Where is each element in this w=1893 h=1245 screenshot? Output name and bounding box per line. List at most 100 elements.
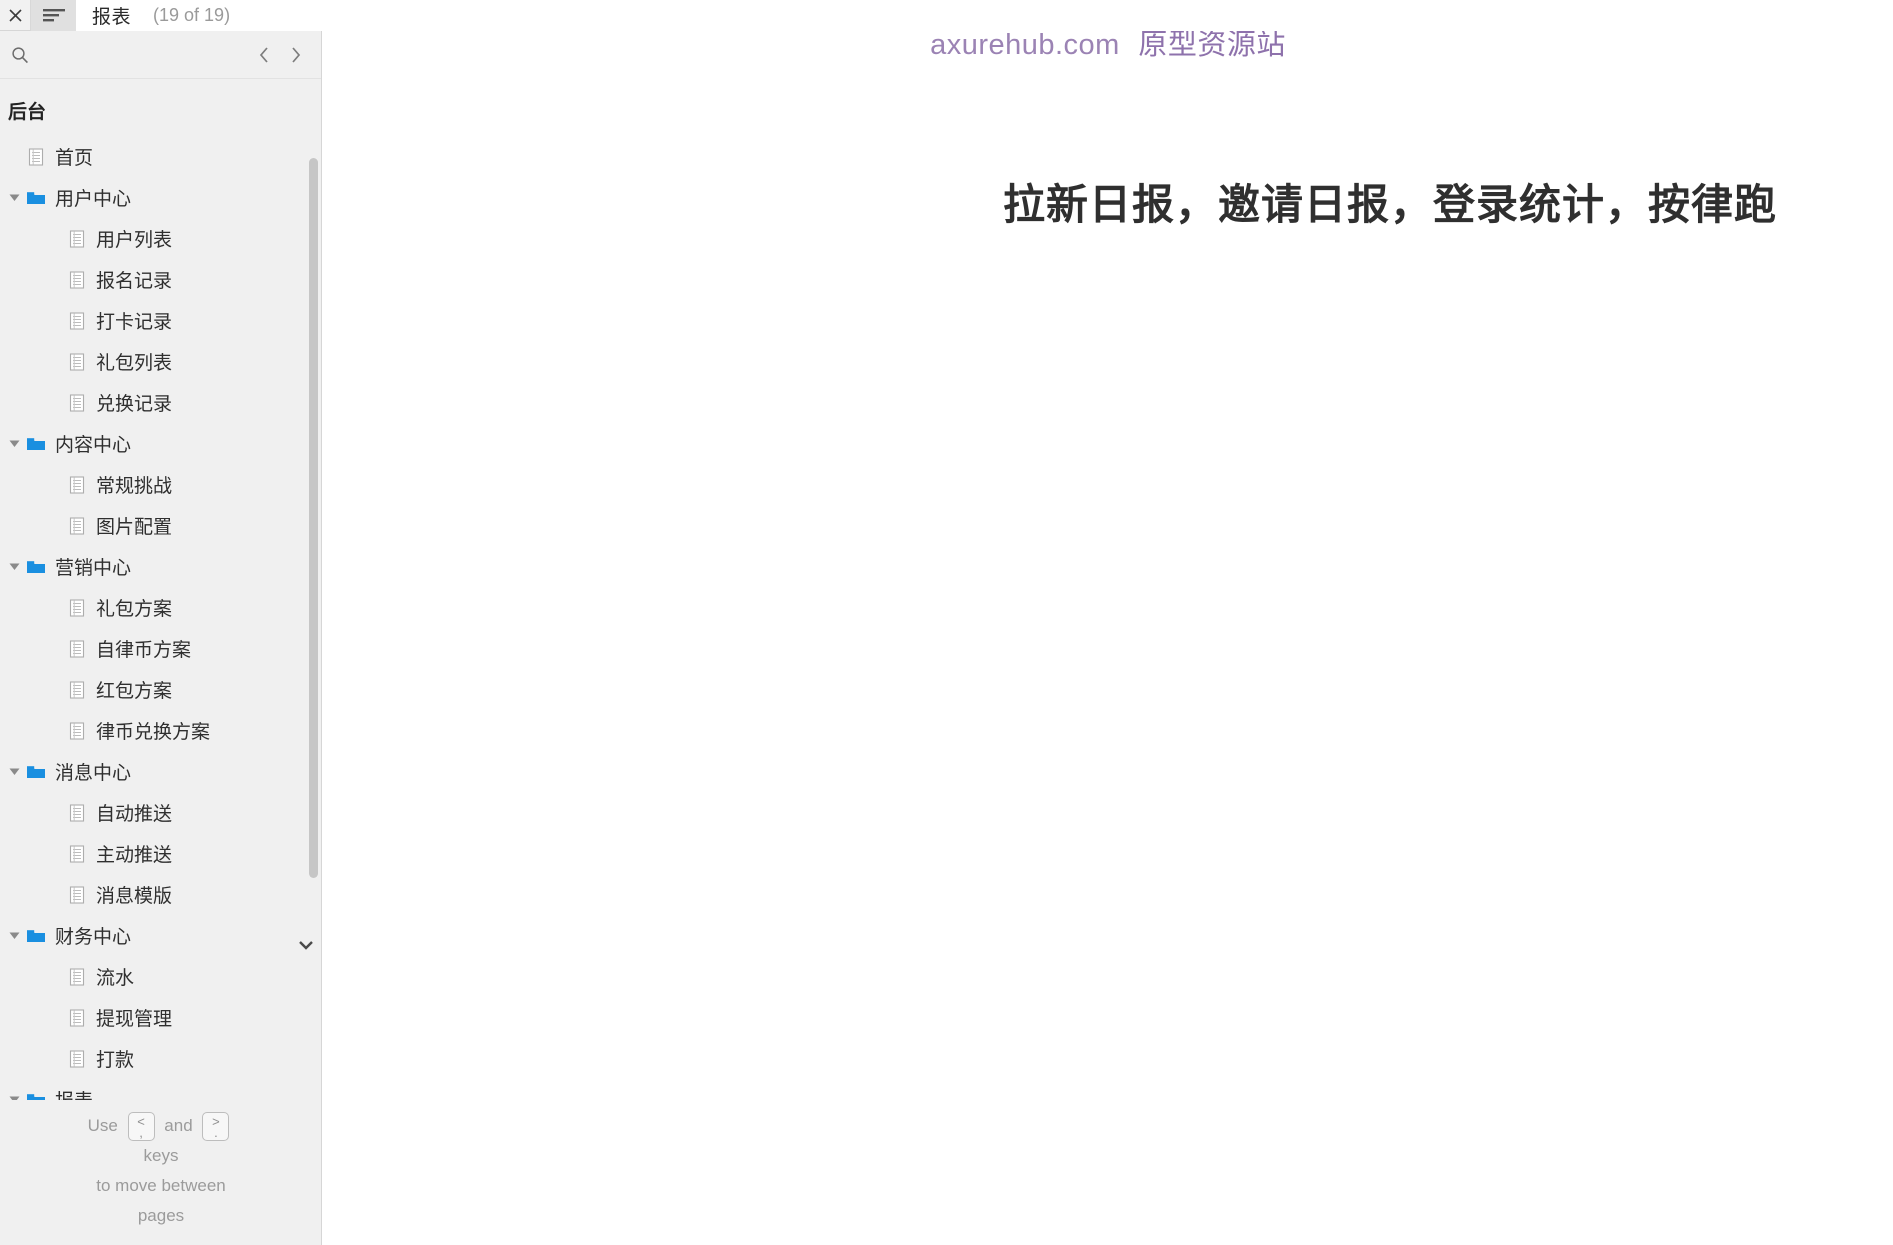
sidebar-item-label: 消息中心 [55,763,132,784]
sidebar-item-19[interactable]: 财务中心 [0,915,321,956]
sidebar-item-label: 图片配置 [96,517,173,538]
sidebar-item-label: 自动推送 [96,804,173,825]
page-icon [65,587,89,628]
page-icon [65,300,89,341]
folder-icon [24,423,48,464]
sidebar-item-1[interactable]: 用户中心 [0,177,321,218]
sidebar-item-17[interactable]: 主动推送 [0,833,321,874]
sidebar-item-label: 报名记录 [96,271,173,292]
watermark-text: 原型资源站 [1138,31,1286,61]
sidebar-item-22[interactable]: 打款 [0,1038,321,1079]
page-icon [65,464,89,505]
sidebar-item-label: 财务中心 [55,927,132,948]
key-prev-page: < , [127,1112,155,1142]
sitemap-scrollbar[interactable] [307,136,320,1100]
sidebar-item-3[interactable]: 报名记录 [0,259,321,300]
sidebar-item-13[interactable]: 红包方案 [0,669,321,710]
page-icon [24,136,48,177]
keyboard-hint-line3: to move between [96,1176,226,1196]
page-title: 报表 [92,6,132,28]
prototype-canvas: axurehub.com 原型资源站 拉新日报，邀请日报，登录统计，按律跑 [323,31,1893,1245]
page-icon [65,710,89,751]
sidebar-item-label: 自律币方案 [96,640,192,661]
topbar-title-area: 报表 (19 of 19) [76,0,1893,31]
watermark-domain: axurehub.com [930,31,1120,61]
sidebar-item-5[interactable]: 礼包列表 [0,341,321,382]
keyboard-hint-footer: Use < , and > . keys to move between pag… [0,1099,321,1245]
sidebar-search-row [0,31,321,79]
page-icon [65,669,89,710]
sidebar-item-7[interactable]: 内容中心 [0,423,321,464]
page-icon [65,218,89,259]
triangle-toggle-icon[interactable] [4,751,24,792]
page-icon [65,997,89,1038]
chevron-down-icon[interactable] [298,938,314,954]
sidebar-item-9[interactable]: 图片配置 [0,505,321,546]
sidebar-item-0[interactable]: 首页 [0,136,321,177]
sidebar-item-label: 兑换记录 [96,394,173,415]
sidebar-item-label: 律币兑换方案 [96,722,211,743]
folder-icon [24,177,48,218]
sidebar-item-23[interactable]: 报表 [0,1079,321,1100]
sidebar-item-20[interactable]: 流水 [0,956,321,997]
page-icon [65,833,89,874]
triangle-toggle-icon[interactable] [4,1079,24,1100]
page-icon [65,259,89,300]
keyboard-hint-line4: pages [137,1206,185,1226]
key-next-page: > . [202,1112,230,1142]
sidebar-item-12[interactable]: 自律币方案 [0,628,321,669]
sidebar-item-label: 流水 [96,968,135,989]
sidebar-item-15[interactable]: 消息中心 [0,751,321,792]
page-icon [65,505,89,546]
sidebar-item-18[interactable]: 消息模版 [0,874,321,915]
page-icon [65,382,89,423]
sidebar-item-6[interactable]: 兑换记录 [0,382,321,423]
sidebar-item-label: 常规挑战 [96,476,173,497]
folder-icon [24,751,48,792]
watermark: axurehub.com 原型资源站 [323,31,1893,63]
triangle-toggle-icon[interactable] [4,546,24,587]
sidebar-item-4[interactable]: 打卡记录 [0,300,321,341]
key-next-bottom-label: . [214,1125,218,1141]
sidebar-item-label: 消息模版 [96,886,173,907]
triangle-toggle-icon[interactable] [4,915,24,956]
page-icon [65,628,89,669]
sidebar-item-label: 用户列表 [96,230,173,251]
page-icon [65,341,89,382]
sidebar-item-8[interactable]: 常规挑战 [0,464,321,505]
sidebar-item-21[interactable]: 提现管理 [0,997,321,1038]
sidebar-item-label: 营销中心 [55,558,132,579]
sidebar-item-10[interactable]: 营销中心 [0,546,321,587]
sidebar-item-label: 礼包方案 [96,599,173,620]
sidebar-item-11[interactable]: 礼包方案 [0,587,321,628]
sidebar-item-label: 礼包列表 [96,353,173,374]
sidebar-item-label: 提现管理 [96,1009,173,1030]
hamburger-menu-icon[interactable] [31,0,76,31]
page-nav-arrows [256,42,304,68]
sitemap-tree: 首页 用户中心 用户列表 报名记录 打卡记录 礼包列表 兑换记录 内容中心 常规… [0,136,321,1100]
search-input[interactable] [34,45,256,64]
triangle-toggle-icon[interactable] [4,177,24,218]
folder-icon [24,1079,48,1100]
hint-use-word: Use [87,1116,118,1135]
sidebar-item-16[interactable]: 自动推送 [0,792,321,833]
sidebar-item-label: 内容中心 [55,435,132,456]
page-counter: (19 of 19) [153,4,231,25]
sidebar-item-2[interactable]: 用户列表 [0,218,321,259]
search-icon[interactable] [6,41,34,69]
sitemap-scrollbar-thumb[interactable] [309,158,318,878]
sidebar-item-label: 用户中心 [55,189,132,210]
sitemap-title: 后台 [8,102,47,123]
hint-and-word: and [164,1116,193,1135]
chevron-left-icon[interactable] [256,42,272,68]
sidebar-item-label: 报表 [55,1086,93,1100]
keyboard-hint-line1: Use < , and > . [0,1111,321,1142]
chevron-right-icon[interactable] [288,42,304,68]
folder-icon [24,546,48,587]
sidebar-item-label: 打款 [96,1050,135,1071]
sidebar-item-14[interactable]: 律币兑换方案 [0,710,321,751]
page-icon [65,956,89,997]
close-icon[interactable] [0,0,30,30]
sidebar: 后台 首页 用户中心 用户列表 报名记录 打卡记录 礼包列表 兑换记录 内容中心… [0,31,322,1245]
triangle-toggle-icon[interactable] [4,423,24,464]
